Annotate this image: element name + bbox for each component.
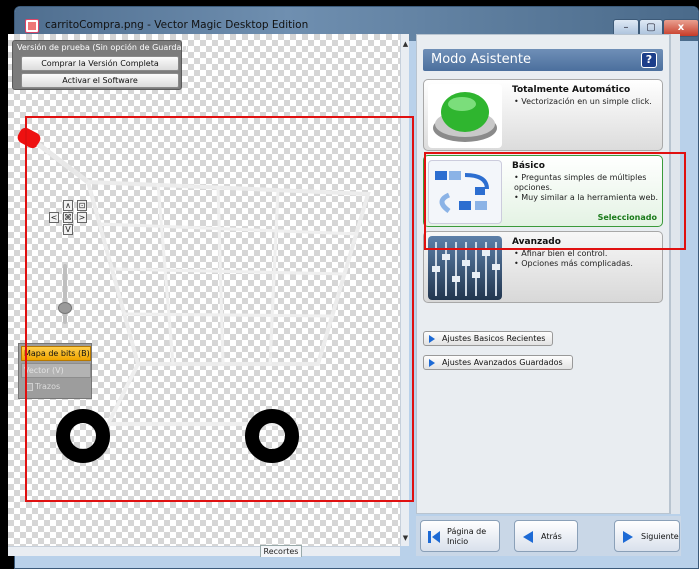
scroll-down-icon[interactable]: ▼ <box>401 534 410 546</box>
trial-panel: Versión de prueba (Sin opción de Guardar… <box>12 40 188 90</box>
green-button-icon <box>428 84 502 148</box>
back-button[interactable]: Atrás <box>514 520 578 552</box>
home-page-button[interactable]: Página de Inicio <box>420 520 500 552</box>
mode-card-bullet: • Opciones más complicadas. <box>514 259 633 268</box>
next-button[interactable]: Siguiente <box>614 520 680 552</box>
skip-back-icon <box>428 531 440 543</box>
annotation-box-canvas <box>25 116 414 502</box>
next-arrow-icon <box>623 531 633 543</box>
trial-label: Versión de prueba (Sin opción de Guardar… <box>17 43 188 52</box>
app-icon <box>25 19 39 33</box>
wizard-scrollbar[interactable] <box>670 34 680 514</box>
help-button[interactable]: ? <box>641 52 657 68</box>
annotation-box-basic-mode <box>424 152 686 250</box>
mode-card-automatic[interactable]: Totalmente Automático • Vectorización en… <box>423 79 663 151</box>
recent-basic-settings-label: Ajustes Basicos Recientes <box>442 334 546 343</box>
recent-basic-settings-button[interactable]: Ajustes Basicos Recientes <box>423 331 553 346</box>
activate-software-button[interactable]: Activar el Software <box>21 73 179 88</box>
mode-card-title: Totalmente Automático <box>512 85 631 95</box>
home-page-label: Página de Inicio <box>447 527 486 547</box>
recortes-tab[interactable]: Recortes <box>260 545 302 557</box>
home-label-line2: Inicio <box>447 537 469 546</box>
canvas-horizontal-scrollbar[interactable] <box>8 546 400 556</box>
back-arrow-icon <box>523 531 533 543</box>
scroll-up-icon[interactable]: ▲ <box>401 40 410 52</box>
wizard-panel: Modo Asistente ? Totalmente Automático •… <box>416 34 670 514</box>
back-label: Atrás <box>541 532 562 541</box>
next-label: Siguiente <box>641 532 679 541</box>
saved-advanced-settings-button[interactable]: Ajustes Avanzados Guardados <box>423 355 573 370</box>
play-arrow-icon <box>429 335 435 343</box>
buy-full-version-button[interactable]: Comprar la Versión Completa <box>21 56 179 71</box>
wizard-navigation: Página de Inicio Atrás Siguiente <box>416 516 681 556</box>
home-label-line1: Página de <box>447 527 487 536</box>
play-arrow-icon <box>429 359 435 367</box>
mode-card-bullet: • Vectorización en un simple click. <box>514 97 652 106</box>
window-title: carritoCompra.png - Vector Magic Desktop… <box>45 19 309 31</box>
saved-advanced-settings-label: Ajustes Avanzados Guardados <box>442 358 563 367</box>
wizard-title: Modo Asistente <box>431 52 531 67</box>
wizard-header: Modo Asistente ? <box>423 49 663 71</box>
mode-card-bullet: • Afinar bien el control. <box>514 249 608 258</box>
